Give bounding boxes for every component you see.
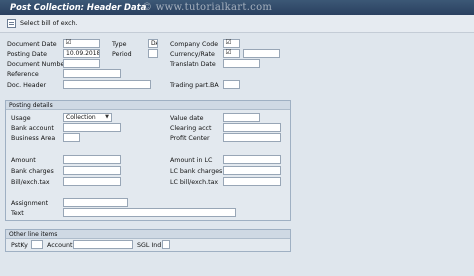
assignment-label: Assignment: [11, 200, 49, 207]
account-label: Account: [47, 242, 73, 249]
currency-picker-icon[interactable]: ☑: [224, 49, 233, 58]
sgl-ind-label: SGL Ind: [137, 242, 162, 249]
type-field[interactable]: DA: [148, 39, 158, 48]
amount-label: Amount: [11, 157, 36, 164]
posting-date-field[interactable]: 10.09.2018: [63, 49, 100, 58]
watermark: © www.tutorialkart.com: [142, 2, 273, 13]
select-bill-label: Select bill of exch.: [20, 20, 78, 27]
clearing-acct-label: Clearing acct: [170, 125, 212, 132]
assignment-field[interactable]: [63, 198, 128, 207]
doc-header-field[interactable]: [63, 80, 151, 89]
period-label: Period: [112, 51, 132, 58]
translatn-date-label: Translatn Date: [170, 61, 216, 68]
type-label: Type: [112, 41, 127, 48]
text-label: Text: [11, 210, 24, 217]
business-area-field[interactable]: [63, 133, 80, 142]
clearing-acct-field[interactable]: [223, 123, 281, 132]
bank-charges-field[interactable]: [63, 166, 121, 175]
other-line-items-title: Other line items: [6, 230, 290, 239]
lc-bank-charges-label: LC bank charges: [170, 168, 223, 175]
document-date-label: Document Date: [7, 41, 57, 48]
chevron-down-icon: ▼: [105, 114, 109, 120]
calendar-picker-icon[interactable]: ☑: [64, 39, 73, 48]
document-number-label: Document Number: [7, 61, 67, 68]
lc-bill-exch-tax-label: LC bill/exch.tax: [170, 179, 219, 186]
doc-header-label: Doc. Header: [7, 82, 47, 89]
value-date-label: Value date: [170, 115, 204, 122]
bill-exch-tax-field[interactable]: [63, 177, 121, 186]
bank-charges-label: Bank charges: [11, 168, 54, 175]
amount-lc-label: Amount in LC: [170, 157, 213, 164]
value-date-field[interactable]: [223, 113, 260, 122]
bank-account-label: Bank account: [11, 125, 54, 132]
business-area-label: Business Area: [11, 135, 56, 142]
posting-date-label: Posting Date: [7, 51, 47, 58]
currency-rate-label: Currency/Rate: [170, 51, 215, 58]
bank-account-field[interactable]: [63, 123, 121, 132]
lc-bank-charges-field[interactable]: [223, 166, 281, 175]
translatn-date-field[interactable]: [223, 59, 260, 68]
select-bill-of-exchange-button[interactable]: Select bill of exch.: [5, 17, 82, 30]
pstky-label: PstKy: [11, 242, 28, 249]
trading-part-field[interactable]: [223, 80, 240, 89]
usage-label: Usage: [11, 115, 31, 122]
profit-center-field[interactable]: [223, 133, 281, 142]
reference-field[interactable]: [63, 69, 121, 78]
document-number-field[interactable]: [63, 59, 100, 68]
lc-bill-exch-tax-field[interactable]: [223, 177, 281, 186]
pstky-field[interactable]: [31, 240, 43, 249]
usage-dropdown[interactable]: Collection ▼: [63, 113, 112, 122]
exchange-rate-field[interactable]: [243, 49, 280, 58]
list-select-icon: [7, 19, 16, 28]
bill-exch-tax-label: Bill/exch.tax: [11, 179, 50, 186]
application-toolbar: Select bill of exch.: [0, 15, 474, 33]
amount-lc-field[interactable]: [223, 155, 281, 164]
profit-center-label: Profit Center: [170, 135, 210, 142]
posting-details-title: Posting details: [6, 101, 290, 110]
usage-value: Collection: [66, 114, 96, 121]
period-field[interactable]: [148, 49, 158, 58]
sgl-ind-field[interactable]: [162, 240, 170, 249]
trading-part-label: Trading part.BA: [170, 82, 219, 89]
amount-field[interactable]: [63, 155, 121, 164]
text-field[interactable]: [63, 208, 236, 217]
company-code-label: Company Code: [170, 41, 219, 48]
reference-label: Reference: [7, 71, 39, 78]
company-code-picker-icon[interactable]: ☑: [224, 39, 233, 48]
window-title: Post Collection: Header Data: [10, 2, 147, 12]
account-field[interactable]: [73, 240, 133, 249]
